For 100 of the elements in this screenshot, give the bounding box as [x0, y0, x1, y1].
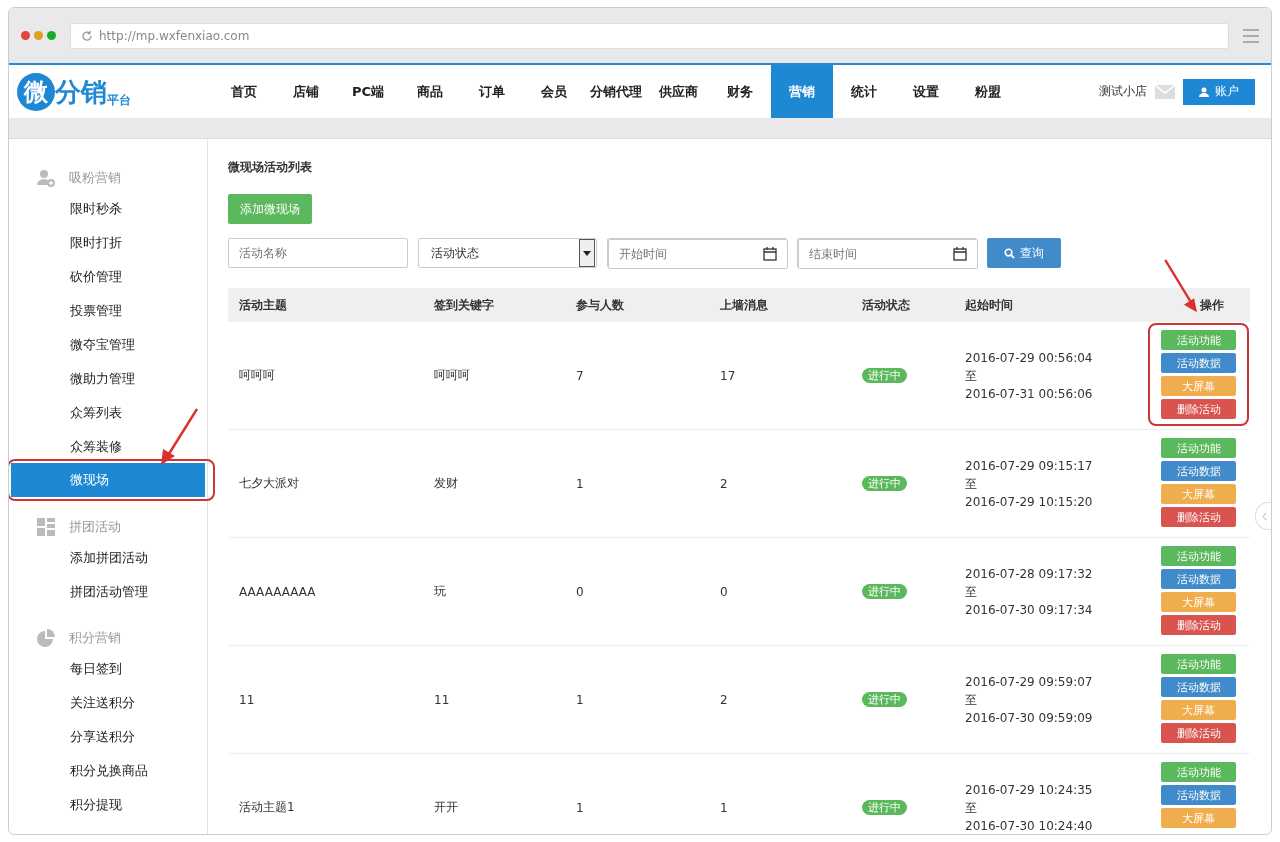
- action-button[interactable]: 活动数据: [1161, 569, 1236, 589]
- time-separator: 至: [965, 583, 978, 600]
- shop-name[interactable]: 测试小店: [1099, 83, 1147, 100]
- sidebar-item[interactable]: 限时打折: [70, 233, 122, 251]
- search-button[interactable]: 查询: [987, 238, 1061, 268]
- start-time: 2016-07-29 09:15:17: [965, 457, 1094, 474]
- caret-icon: [583, 250, 591, 256]
- table-cell-text: 2: [720, 692, 729, 707]
- action-button[interactable]: 删除活动: [1161, 615, 1236, 635]
- action-button[interactable]: 删除活动: [1161, 723, 1236, 743]
- table-cell-text: 1: [576, 692, 585, 707]
- table-cell-text: 17: [720, 368, 737, 383]
- status-dropdown[interactable]: 活动状态: [418, 238, 597, 268]
- table-cell-text: 7: [576, 368, 585, 383]
- nav-tab[interactable]: 粉盟: [957, 65, 1019, 118]
- table-cell-text: 11: [434, 692, 451, 707]
- column-header: 活动状态: [862, 296, 911, 314]
- table-cell-text: 开开: [434, 799, 459, 816]
- sidebar-item[interactable]: 投票管理: [70, 301, 122, 319]
- sidebar-item[interactable]: 关注送积分: [70, 693, 135, 711]
- action-button[interactable]: 删除活动: [1161, 399, 1236, 419]
- sidebar-group-title: 积分营销: [69, 629, 121, 647]
- reload-icon[interactable]: [81, 29, 93, 42]
- end-date-field[interactable]: 结束时间: [798, 239, 978, 269]
- table-cell-text: 1: [576, 800, 585, 815]
- address-bar[interactable]: http://mp.wxfenxiao.com: [70, 22, 1229, 49]
- menu-icon[interactable]: [1243, 28, 1259, 43]
- nav-tab[interactable]: 营销: [771, 65, 833, 118]
- table-cell-text: 11: [238, 692, 256, 707]
- nav-tab[interactable]: 订单: [461, 65, 523, 118]
- table-cell-text: AAAAAAAAA: [238, 584, 317, 599]
- nav-tab[interactable]: 店铺: [275, 65, 337, 118]
- sidebar-item[interactable]: 微助力管理: [70, 369, 135, 387]
- table-cell-text: 呵呵呵: [434, 367, 471, 384]
- sidebar-group-title: 吸粉营销: [69, 169, 121, 187]
- status-badge: 进行中: [862, 476, 907, 491]
- table-cell-text: 1: [720, 800, 729, 815]
- action-button[interactable]: 删除活动: [1161, 507, 1236, 527]
- nav-tab[interactable]: 设置: [895, 65, 957, 118]
- nav-tab[interactable]: 供应商: [647, 65, 709, 118]
- time-separator: 至: [965, 799, 978, 816]
- start-time: 2016-07-29 10:24:35: [965, 781, 1094, 798]
- sidebar-item[interactable]: 拼团活动管理: [70, 582, 148, 600]
- table-cell-text: 活动主题1: [238, 799, 296, 816]
- column-header: 起始时间: [965, 296, 1014, 314]
- time-separator: 至: [965, 691, 978, 708]
- nav-tab[interactable]: 分销代理: [585, 65, 647, 118]
- calendar-icon[interactable]: [953, 247, 967, 261]
- sidebar-item[interactable]: 积分提现: [70, 795, 122, 813]
- action-button[interactable]: 活动数据: [1161, 677, 1236, 697]
- time-separator: 至: [965, 475, 978, 492]
- start-date-field[interactable]: 开始时间: [608, 239, 788, 269]
- time-separator: 至: [965, 367, 978, 384]
- sidebar-item[interactable]: 微夺宝管理: [70, 335, 135, 353]
- sidebar-item[interactable]: 微现场: [11, 463, 205, 497]
- sidebar-item[interactable]: 众筹列表: [70, 403, 122, 421]
- column-header: 签到关键字: [434, 296, 495, 314]
- start-time: 2016-07-29 09:59:07: [965, 673, 1094, 690]
- sidebar-item[interactable]: 积分兑换商品: [70, 761, 148, 779]
- sidebar-item[interactable]: 添加拼团活动: [70, 548, 148, 566]
- start-time: 2016-07-28 09:17:32: [965, 565, 1094, 582]
- table-cell-text: 0: [576, 584, 585, 599]
- account-button[interactable]: 账户: [1183, 78, 1255, 105]
- column-header: 上墙消息: [720, 296, 769, 314]
- sidebar-item[interactable]: 众筹装修: [70, 437, 122, 455]
- table-cell-text: 2: [720, 476, 729, 491]
- table-cell-text: 呵呵呵: [238, 367, 276, 384]
- search-icon: [1004, 247, 1015, 259]
- end-time: 2016-07-29 10:15:20: [965, 493, 1094, 510]
- start-time: 2016-07-29 00:56:04: [965, 349, 1094, 366]
- pie-chart-icon: [37, 629, 55, 647]
- action-button[interactable]: 活动数据: [1161, 785, 1236, 805]
- sidebar-item[interactable]: 砍价管理: [70, 267, 122, 285]
- status-badge: 进行中: [862, 692, 907, 707]
- sidebar-group-title: 拼团活动: [69, 518, 121, 536]
- name-field[interactable]: 活动名称: [228, 238, 408, 268]
- column-header: 参与人数: [576, 296, 625, 314]
- table-cell-text: 0: [720, 584, 729, 599]
- sidebar-item[interactable]: 分享送积分: [70, 727, 135, 745]
- table-cell-text: 1: [576, 476, 585, 491]
- column-header: 活动主题: [238, 296, 288, 314]
- nav-tab[interactable]: 商品: [399, 65, 461, 118]
- action-button[interactable]: 活动数据: [1161, 461, 1236, 481]
- window-controls-icon[interactable]: [21, 31, 56, 40]
- end-time: 2016-07-31 00:56:06: [965, 385, 1094, 402]
- nav-tab[interactable]: 首页: [213, 65, 275, 118]
- annotation-arrow: [159, 407, 199, 467]
- nav-tab[interactable]: 会员: [523, 65, 585, 118]
- calendar-icon[interactable]: [763, 247, 777, 261]
- status-badge: 进行中: [862, 368, 907, 383]
- sidebar-item[interactable]: 限时秒杀: [70, 199, 122, 217]
- action-button[interactable]: 活动数据: [1161, 353, 1236, 373]
- sidebar-item[interactable]: 每日签到: [70, 659, 122, 677]
- nav-tab[interactable]: PC端: [337, 65, 399, 118]
- person-icon: [1199, 86, 1209, 97]
- collapse-handle[interactable]: [1255, 502, 1271, 530]
- nav-tab[interactable]: 统计: [833, 65, 895, 118]
- end-time: 2016-07-30 09:17:34: [965, 601, 1094, 618]
- nav-tab[interactable]: 财务: [709, 65, 771, 118]
- url-text: http://mp.wxfenxiao.com: [99, 28, 250, 43]
